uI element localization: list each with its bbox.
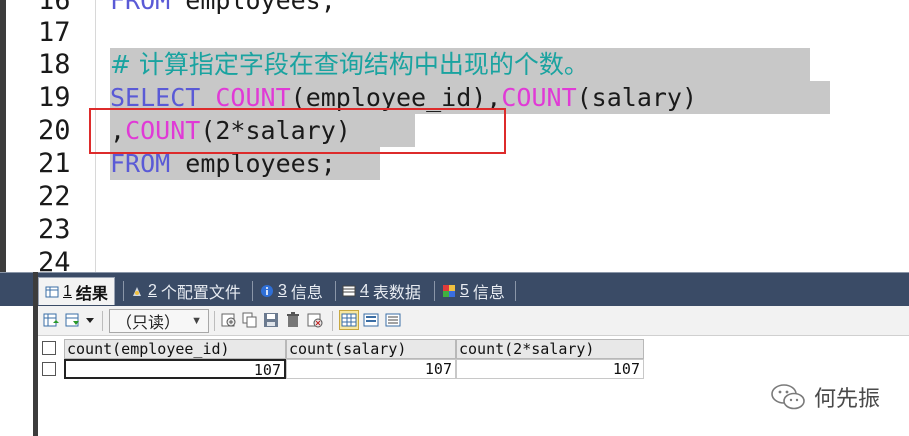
tab-number: 1	[63, 282, 72, 300]
code-line-16[interactable]: FROM employees;	[110, 0, 336, 17]
line-number: 17	[38, 17, 71, 48]
import-icon[interactable]	[64, 311, 82, 329]
tab-profile[interactable]: 2 个配置文件	[124, 277, 247, 305]
table-cell[interactable]: 107	[64, 359, 286, 379]
results-tab-bar: 1 结果 2 个配置文件 3 信息 4 表数据 5 信息	[0, 272, 909, 306]
table-cell[interactable]: 107	[456, 359, 644, 379]
tab-label: 个配置文件	[160, 285, 241, 302]
line-number: 24	[38, 247, 71, 272]
column-header[interactable]: count(salary)	[286, 339, 456, 359]
tab-label: 结果	[75, 285, 108, 303]
line-number: 20	[38, 115, 71, 146]
code-text: employees;	[170, 0, 336, 15]
info-icon	[261, 285, 273, 297]
code-text: (salary)	[576, 83, 698, 112]
tab-number: 2	[148, 282, 157, 299]
line-number: 21	[38, 148, 71, 179]
tab-divider	[515, 281, 516, 301]
form-view-icon[interactable]	[362, 311, 380, 329]
tab-label: 信息	[472, 285, 505, 302]
tab-info-2[interactable]: 5 信息	[436, 277, 511, 305]
line-number-gutter: 16 17 18 19 20 21 22 23 24	[6, 0, 96, 272]
line-number: 19	[38, 82, 71, 113]
delete-icon[interactable]	[284, 311, 302, 329]
insert-row-icon[interactable]	[220, 311, 238, 329]
tab-divider	[252, 281, 253, 301]
code-line-18[interactable]: # 计算指定字段在查询结构中出现的个数。	[110, 48, 810, 81]
code-area[interactable]: FROM employees; # 计算指定字段在查询结构中出现的个数。 SEL…	[110, 0, 909, 272]
code-line-20[interactable]: ,COUNT(2*salary)	[110, 114, 415, 147]
table-data-icon	[342, 285, 356, 297]
code-text: employees;	[170, 149, 336, 178]
duplicate-row-icon[interactable]	[241, 311, 259, 329]
table-cell[interactable]: 107	[286, 359, 456, 379]
tab-divider	[434, 281, 435, 301]
tab-results[interactable]: 1 结果	[38, 277, 115, 305]
sql-editor[interactable]: 16 17 18 19 20 21 22 23 24 FROM employee…	[0, 0, 909, 272]
keyword-from: FROM	[110, 0, 171, 15]
toolbar-divider	[214, 311, 215, 331]
chevron-down-icon: ▼	[191, 315, 202, 327]
refresh-icon[interactable]	[306, 311, 324, 329]
text-view-icon[interactable]	[384, 311, 402, 329]
sql-comment: # 计算指定字段在查询结构中出现的个数。	[110, 50, 589, 79]
tab-info[interactable]: 3 信息	[254, 277, 329, 305]
profile-icon	[133, 287, 141, 296]
line-number: 23	[38, 214, 71, 245]
wechat-icon	[771, 384, 805, 410]
code-line-19[interactable]: SELECT COUNT(employee_id),COUNT(salary)	[110, 81, 830, 114]
toolbar-divider	[102, 311, 103, 331]
tab-number: 5	[460, 282, 469, 299]
results-toolbar: （只读） ▼	[38, 306, 909, 336]
save-icon[interactable]	[262, 311, 280, 329]
column-header[interactable]: count(employee_id)	[64, 339, 286, 359]
readonly-label: （只读）	[116, 315, 181, 332]
code-line-21[interactable]: FROM employees;	[110, 147, 380, 180]
tab-table-data[interactable]: 4 表数据	[336, 277, 427, 305]
function-count: COUNT	[501, 83, 577, 112]
tab-number: 4	[360, 282, 369, 299]
tab-label: 信息	[290, 285, 323, 302]
tab-label: 表数据	[372, 285, 421, 302]
grid-view-icon[interactable]	[339, 310, 359, 330]
toolbar-divider	[332, 311, 333, 331]
keyword-from: FROM	[110, 149, 171, 178]
code-text: ,	[110, 116, 126, 145]
function-count: COUNT	[125, 116, 201, 145]
export-icon[interactable]	[42, 311, 60, 329]
row-checkbox[interactable]	[42, 362, 56, 376]
function-count: COUNT	[215, 83, 291, 112]
select-all-checkbox[interactable]	[42, 341, 56, 355]
tab-number: 3	[278, 282, 287, 299]
code-text: (employee_id),	[290, 83, 502, 112]
keyword-select: SELECT	[110, 83, 201, 112]
info-colored-icon	[443, 285, 455, 297]
line-number: 16	[38, 0, 71, 16]
line-number: 18	[38, 49, 71, 80]
readonly-dropdown[interactable]: （只读） ▼	[109, 309, 209, 333]
column-header[interactable]: count(2*salary)	[456, 339, 644, 359]
watermark-text: 何先振	[814, 387, 881, 412]
code-text: (2*salary)	[200, 116, 351, 145]
wechat-watermark: 何先振	[770, 381, 880, 413]
line-number: 22	[38, 181, 71, 212]
results-grid-icon	[45, 286, 59, 297]
chevron-down-icon[interactable]	[84, 311, 96, 329]
